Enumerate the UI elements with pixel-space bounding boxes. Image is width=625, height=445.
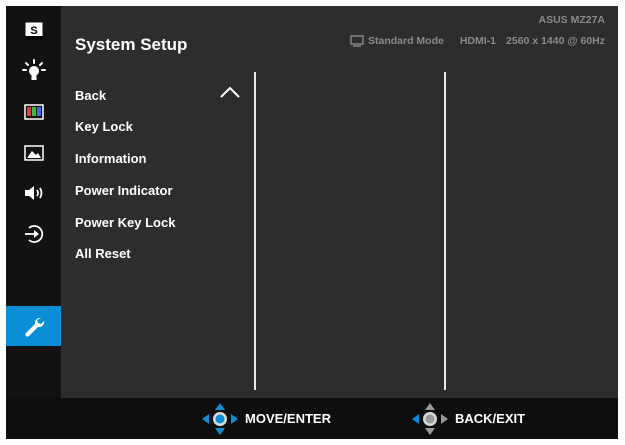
image-icon bbox=[23, 145, 44, 161]
move-enter-hint: MOVE/ENTER bbox=[201, 398, 331, 439]
resolution-label: 2560 x 1440 @ 60Hz bbox=[506, 35, 605, 47]
wrench-icon bbox=[24, 317, 44, 337]
sidebar-item-system-setup[interactable] bbox=[6, 306, 61, 346]
menu-item-all-reset[interactable]: All Reset bbox=[61, 239, 251, 269]
svg-text:S: S bbox=[30, 25, 37, 37]
color-bars-icon bbox=[23, 104, 44, 120]
menu-item-key-lock[interactable]: Key Lock bbox=[61, 112, 251, 142]
sidebar: S bbox=[6, 6, 61, 398]
menu-item-power-indicator[interactable]: Power Indicator bbox=[61, 176, 251, 206]
joystick-all-directions-icon bbox=[202, 402, 238, 435]
back-exit-hint: BACK/EXIT bbox=[411, 398, 525, 439]
menu-item-information[interactable]: Information bbox=[61, 144, 251, 174]
main-panel: System Setup ASUS MZ27A Standard Mode HD… bbox=[61, 6, 618, 398]
input-icon bbox=[24, 225, 43, 243]
page-title: System Setup bbox=[75, 35, 188, 54]
model-name: ASUS MZ27A bbox=[538, 14, 605, 26]
column-divider-2 bbox=[444, 72, 446, 390]
joystick-left-icon bbox=[412, 402, 448, 435]
chevron-up-icon[interactable] bbox=[219, 85, 241, 99]
osd-window: S System Setup ASUS MZ27A Standard Mode … bbox=[6, 6, 618, 439]
sidebar-item-splendid[interactable]: S bbox=[6, 11, 61, 51]
speaker-icon bbox=[24, 186, 42, 200]
splendid-s-icon: S bbox=[25, 22, 42, 40]
back-exit-label: BACK/EXIT bbox=[455, 411, 526, 426]
sidebar-item-image[interactable] bbox=[6, 133, 61, 173]
monitor-icon bbox=[350, 35, 364, 47]
input-label: HDMI-1 bbox=[459, 35, 497, 47]
mode-label: Standard Mode bbox=[368, 35, 444, 47]
sidebar-item-sound[interactable] bbox=[6, 173, 61, 213]
sidebar-item-blue-light[interactable] bbox=[6, 51, 61, 91]
status-row: Standard Mode HDMI-1 2560 x 1440 @ 60Hz bbox=[350, 35, 605, 47]
sidebar-item-color[interactable] bbox=[6, 92, 61, 132]
move-enter-label: MOVE/ENTER bbox=[245, 411, 331, 426]
menu-item-power-key-lock[interactable]: Power Key Lock bbox=[61, 208, 251, 238]
column-divider-1 bbox=[254, 72, 256, 390]
sidebar-item-input-select[interactable] bbox=[6, 214, 61, 254]
lightbulb-icon bbox=[21, 59, 46, 80]
footer-bar: MOVE/ENTER BACK/EXIT bbox=[6, 398, 618, 439]
